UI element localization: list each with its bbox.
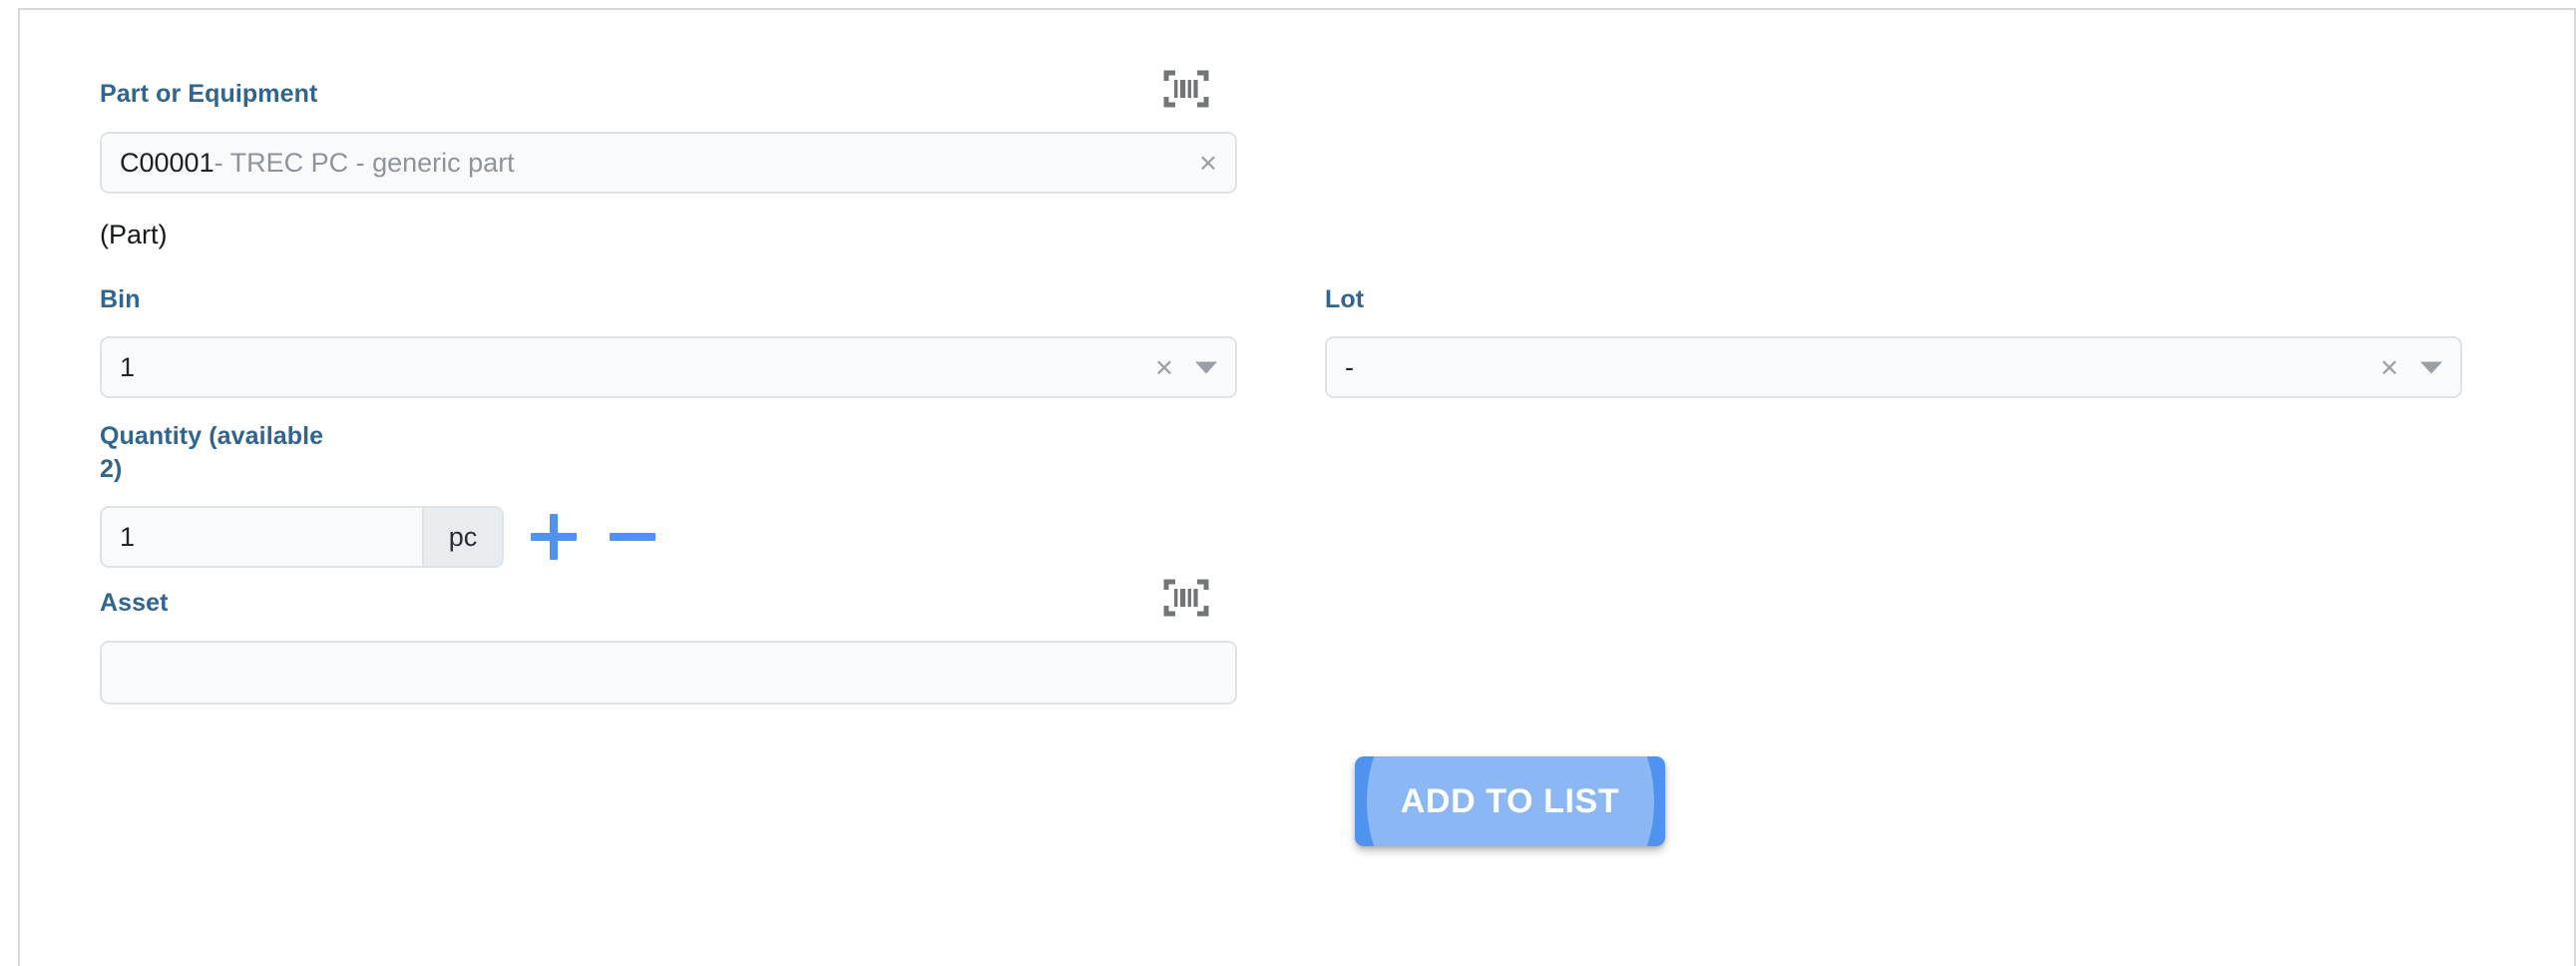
asset-input[interactable] (100, 641, 1237, 705)
add-to-list-button[interactable]: ADD TO LIST (1355, 756, 1665, 846)
quantity-minus-icon[interactable] (610, 514, 655, 560)
quantity-plus-icon[interactable] (531, 514, 577, 560)
part-field-label: Part or Equipment (100, 80, 318, 108)
part-type-note: (Part) (100, 220, 168, 249)
lot-chevron-down-icon[interactable] (2420, 361, 2442, 373)
lot-select[interactable]: - × (1325, 336, 2462, 398)
quantity-unit-addon: pc (422, 508, 502, 566)
lot-field-label: Lot (1325, 285, 1365, 313)
part-input[interactable]: C00001 - TREC PC - generic part × (100, 132, 1237, 194)
part-value-description: - TREC PC - generic part (214, 147, 515, 178)
bin-value: 1 (120, 351, 136, 382)
bin-chevron-down-icon[interactable] (1195, 361, 1217, 373)
asset-field-label: Asset (100, 589, 169, 617)
part-clear-icon[interactable]: × (1199, 148, 1217, 179)
quantity-field-label: Quantity (available 2) (100, 422, 324, 483)
lot-clear-icon[interactable]: × (2380, 352, 2398, 383)
bin-field-label: Bin (100, 285, 141, 313)
quantity-input[interactable]: 1 (102, 508, 422, 566)
quantity-stepper[interactable]: 1 pc (100, 506, 504, 568)
part-barcode-scan-icon[interactable] (1163, 68, 1209, 115)
asset-barcode-scan-icon[interactable] (1163, 577, 1209, 624)
part-value-code: C00001 (120, 147, 215, 178)
add-to-list-label: ADD TO LIST (1400, 781, 1620, 820)
add-part-form-panel: Part or Equipment C00001 - TREC PC - gen… (18, 8, 2576, 966)
lot-value: - (1345, 351, 1354, 382)
bin-select[interactable]: 1 × (100, 336, 1237, 398)
bin-clear-icon[interactable]: × (1155, 352, 1173, 383)
